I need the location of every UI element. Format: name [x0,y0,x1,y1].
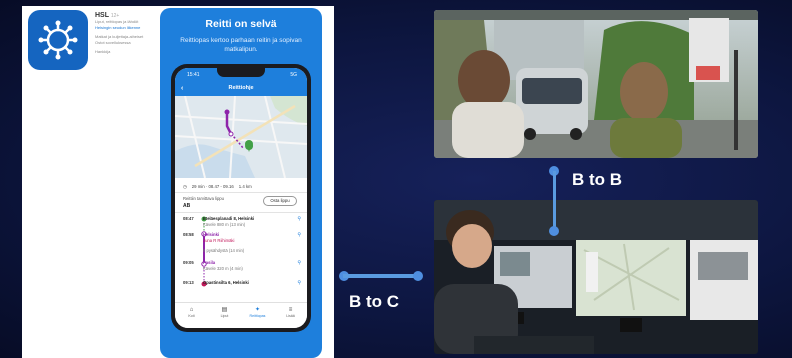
hsl-app-icon[interactable] [28,10,88,70]
route-map[interactable] [175,96,307,178]
tab-more[interactable]: ≡ Lisää [276,306,306,328]
clock-icon: ◷ [183,184,187,189]
ticket-icon: ▤ [221,307,228,313]
trip-summary: ◷ 29 min · 08.47 - 09.16 1.4 km [183,184,252,190]
promo-subtitle: Reittiopas kertoo parhaan reitin ja sopi… [180,37,302,53]
connector-line-vertical [553,171,556,231]
tab-bar: ⌂ Koti ▤ Liput ✦ Reittiopas ≡ Lisää [175,302,307,328]
photo-control-room [434,200,758,354]
hsl-logo-icon [38,20,78,60]
menu-icon: ≡ [288,307,293,313]
app-name: HSL 12+ [95,12,120,19]
promo-title: Reitti on selvä [205,18,277,30]
itinerary-stop[interactable]: 09:05 Pasila Kävele 320 m (4 min) ⚲ [183,260,301,278]
app-purchases: Ostot sovelluksessa [95,40,131,45]
phone-screen: 15:41 5G ‹ Reittiohje ◷ 29 min · 08.47 -… [175,68,307,328]
walk-distance: 1.4 km [238,184,252,189]
label-b-to-b: B to B [572,170,623,189]
itinerary-stop[interactable]: 09:13 Opastinsilta 6, Helsinki ⚲ [183,280,301,298]
status-signal: 5G [290,72,297,78]
app-developer-link[interactable]: Helsingin seudun liikenne [95,25,155,31]
app-meta: HSL 12+ Liput, reittiopas ja lähdöt Hels… [95,12,155,55]
nav-bar: ‹ Reittiohje [175,81,307,96]
connector-dot [413,271,423,281]
ticket-zone: AB [183,203,191,209]
photo-autonomous-bus [434,10,758,158]
phone-notch [217,68,265,77]
search-icon[interactable]: ⚲ [297,216,301,222]
buy-ticket-button[interactable]: Osta lippu [263,196,297,206]
divider [175,212,307,213]
map-graphic [175,96,307,178]
status-time: 15:41 [187,72,200,78]
back-icon[interactable]: ‹ [181,81,183,96]
tab-tickets[interactable]: ▤ Liput [210,306,240,328]
connector-line-horizontal [343,274,419,278]
label-b-to-c: B to C [349,292,400,311]
app-get-button[interactable]: Hankkija [95,49,155,55]
autonomous-bus-illustration [434,10,758,158]
search-icon[interactable]: ⚲ [297,280,301,286]
divider [175,192,307,193]
route-icon: ✦ [254,307,261,313]
search-icon[interactable]: ⚲ [297,232,301,238]
tab-route[interactable]: ✦ Reittiopas [243,306,273,328]
nav-title: Reittiohje [228,85,254,91]
home-icon: ⌂ [189,307,194,313]
search-icon[interactable]: ⚲ [297,260,301,266]
tab-home[interactable]: ⌂ Koti [177,306,207,328]
connector-dot [549,226,559,236]
ticket-label: Reittiin tarvittava lippu [183,196,224,201]
trip-duration: 29 min · 08.47 - 09.16 [191,184,234,189]
control-room-illustration [434,200,758,354]
